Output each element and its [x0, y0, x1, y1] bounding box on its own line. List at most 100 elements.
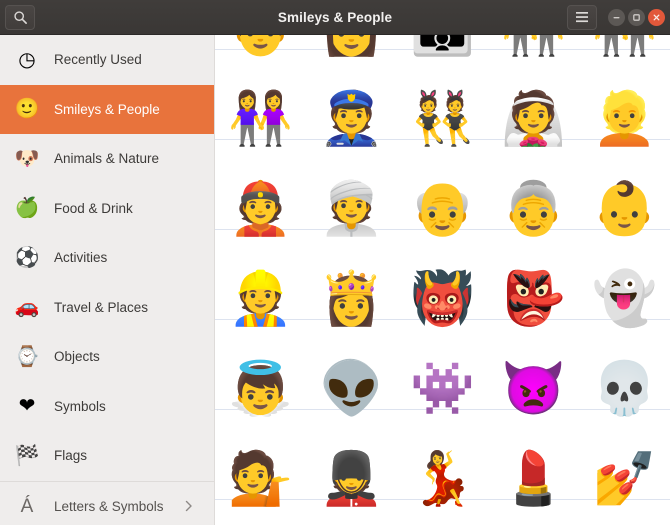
emoji-row: 💁 💂 💃 💄 💅 — [215, 434, 670, 524]
window-body: ◷ Recently Used 🙂 Smileys & People 🐶 Animals … — [0, 35, 670, 525]
emoji-glyph: 👲 — [228, 180, 293, 238]
sidebar-item-symbols[interactable]: ❤ Symbols — [0, 382, 214, 432]
emoji-cell-older-woman[interactable]: 👵 — [488, 164, 579, 254]
emoji-cell-information-desk-person[interactable]: 💁 — [215, 434, 306, 524]
emoji-glyph: 👺 — [501, 270, 566, 328]
emoji-grid-scroll-area[interactable]: 👨 👩 👪 👬 👭 👭 👮 👯 👰 👱 👲 👳 👴 👵 👶 👷 👸 👹 👺 👻 👼 👽 👾 👿 💀 💁 💂 💃 💄 💅 — [215, 35, 670, 525]
emoji-glyph: 👾 — [410, 360, 475, 418]
sidebar-item-label: Symbols — [54, 398, 106, 414]
emoji-cell-ogre[interactable]: 👹 — [397, 254, 488, 344]
window-buttons — [608, 8, 665, 26]
maximize-icon — [632, 13, 641, 22]
car-icon: 🚗 — [14, 296, 40, 319]
sidebar-item-label: Activities — [54, 250, 108, 266]
maximize-button[interactable] — [628, 8, 645, 26]
search-icon — [13, 10, 28, 25]
emoji-cell-blond-haired-person[interactable]: 👱 — [579, 74, 670, 164]
emoji-cell-princess[interactable]: 👸 — [306, 254, 397, 344]
emoji-cell-guard[interactable]: 💂 — [306, 434, 397, 524]
emoji-cell-older-man[interactable]: 👴 — [397, 164, 488, 254]
emoji-cell-two-women-holding-hands[interactable]: 👭 — [579, 35, 670, 74]
sidebar-item-recently-used[interactable]: ◷ Recently Used — [0, 35, 214, 85]
dog-face-icon: 🐶 — [14, 147, 40, 170]
emoji-glyph: 👼 — [228, 360, 293, 418]
emoji-glyph: 👻 — [592, 270, 657, 328]
emoji-row: 👨 👩 👪 👬 👭 — [215, 35, 670, 74]
sidebar-item-letters-symbols[interactable]: Á Letters & Symbols — [0, 482, 214, 525]
emoji-glyph: 👽 — [319, 360, 384, 418]
emoji-glyph: 👯 — [410, 90, 475, 148]
emoji-cell-family[interactable]: 👪 — [397, 35, 488, 74]
emoji-cell-woman-dancing[interactable]: 💃 — [397, 434, 488, 524]
sidebar-item-objects[interactable]: ⌚ Objects — [0, 332, 214, 382]
emoji-glyph: 💂 — [319, 450, 384, 508]
emoji-cell-woman-and-woman-holding-hands[interactable]: 👭 — [215, 74, 306, 164]
titlebar: Smileys & People — [0, 0, 670, 35]
sidebar-item-label: Flags — [54, 448, 88, 464]
emoji-glyph: 👿 — [501, 360, 566, 418]
titlebar-right-controls — [567, 4, 665, 30]
emoji-cell-construction-worker[interactable]: 👷 — [215, 254, 306, 344]
emoji-cell-ghost[interactable]: 👻 — [579, 254, 670, 344]
emoji-glyph: 👶 — [592, 180, 657, 238]
emoji-glyph: 👭 — [228, 90, 293, 148]
emoji-glyph: 👱 — [592, 90, 657, 148]
emoji-cell-police-officer[interactable]: 👮 — [306, 74, 397, 164]
emoji-cell-alien-monster[interactable]: 👾 — [397, 344, 488, 434]
emoji-glyph: 👹 — [410, 270, 475, 328]
emoji-cell-alien[interactable]: 👽 — [306, 344, 397, 434]
emoji-cell-man-with-chinese-cap[interactable]: 👲 — [215, 164, 306, 254]
emoji-cell-lipstick[interactable]: 💄 — [488, 434, 579, 524]
emoji-row: 👼 👽 👾 👿 💀 — [215, 344, 670, 434]
emoji-cell-baby[interactable]: 👶 — [579, 164, 670, 254]
close-icon — [652, 13, 661, 22]
sidebar-item-food-drink[interactable]: 🍏 Food & Drink — [0, 184, 214, 234]
watch-icon: ⌚ — [14, 345, 40, 368]
sidebar-item-animals-nature[interactable]: 🐶 Animals & Nature — [0, 134, 214, 184]
emoji-row: 👲 👳 👴 👵 👶 — [215, 164, 670, 254]
emoji-cell-goblin[interactable]: 👺 — [488, 254, 579, 344]
emoji-cell-nail-polish[interactable]: 💅 — [579, 434, 670, 524]
sidebar-footer: Á Letters & Symbols — [0, 480, 214, 525]
hamburger-menu-icon — [575, 11, 589, 23]
emoji-cell-woman[interactable]: 👩 — [306, 35, 397, 74]
emoji-cell-people-with-bunny-ears[interactable]: 👯 — [397, 74, 488, 164]
search-button[interactable] — [5, 4, 35, 30]
accented-a-icon: Á — [20, 495, 34, 517]
clock-icon: ◷ — [18, 48, 36, 71]
category-list: ◷ Recently Used 🙂 Smileys & People 🐶 Animals … — [0, 35, 214, 481]
emoji-cell-person-wearing-turban[interactable]: 👳 — [306, 164, 397, 254]
emoji-cell-skull[interactable]: 💀 — [579, 344, 670, 434]
emoji-glyph: 👷 — [228, 270, 293, 328]
sidebar-item-label: Travel & Places — [54, 299, 149, 315]
sidebar-item-flags[interactable]: 🏁 Flags — [0, 431, 214, 481]
emoji-glyph: 👬 — [501, 35, 566, 55]
sidebar-item-activities[interactable]: ⚽ Activities — [0, 233, 214, 283]
emoji-grid: 👨 👩 👪 👬 👭 👭 👮 👯 👰 👱 👲 👳 👴 👵 👶 👷 👸 👹 👺 👻 👼 👽 👾 👿 💀 💁 💂 💃 💄 💅 — [215, 35, 670, 524]
sidebar-item-label: Objects — [54, 349, 100, 365]
green-apple-icon: 🍏 — [14, 197, 40, 220]
sidebar: ◷ Recently Used 🙂 Smileys & People 🐶 Animals … — [0, 35, 215, 525]
emoji-cell-two-men-holding-hands[interactable]: 👬 — [488, 35, 579, 74]
emoji-glyph: 💅 — [592, 450, 657, 508]
emoji-glyph: 👳 — [319, 180, 384, 238]
minimize-icon — [612, 13, 621, 22]
emoji-cell-angry-face-with-horns[interactable]: 👿 — [488, 344, 579, 434]
emoji-cell-man[interactable]: 👨 — [215, 35, 306, 74]
close-button[interactable] — [648, 8, 665, 26]
minimize-button[interactable] — [608, 8, 625, 26]
emoji-glyph: 👮 — [319, 90, 384, 148]
emoji-glyph: 💃 — [410, 450, 475, 508]
sidebar-item-smileys-people[interactable]: 🙂 Smileys & People — [0, 84, 214, 134]
menu-button[interactable] — [567, 4, 597, 30]
heart-icon: ❤ — [18, 395, 36, 418]
emoji-cell-baby-angel[interactable]: 👼 — [215, 344, 306, 434]
emoji-cell-bride-with-veil[interactable]: 👰 — [488, 74, 579, 164]
sidebar-item-label: Smileys & People — [54, 101, 160, 117]
sidebar-item-label: Recently Used — [54, 52, 142, 68]
sidebar-item-travel-places[interactable]: 🚗 Travel & Places — [0, 283, 214, 333]
emoji-glyph: 👭 — [592, 35, 657, 55]
emoji-glyph: 💀 — [592, 360, 657, 418]
sidebar-item-label: Food & Drink — [54, 200, 133, 216]
chevron-right-icon — [185, 500, 193, 512]
